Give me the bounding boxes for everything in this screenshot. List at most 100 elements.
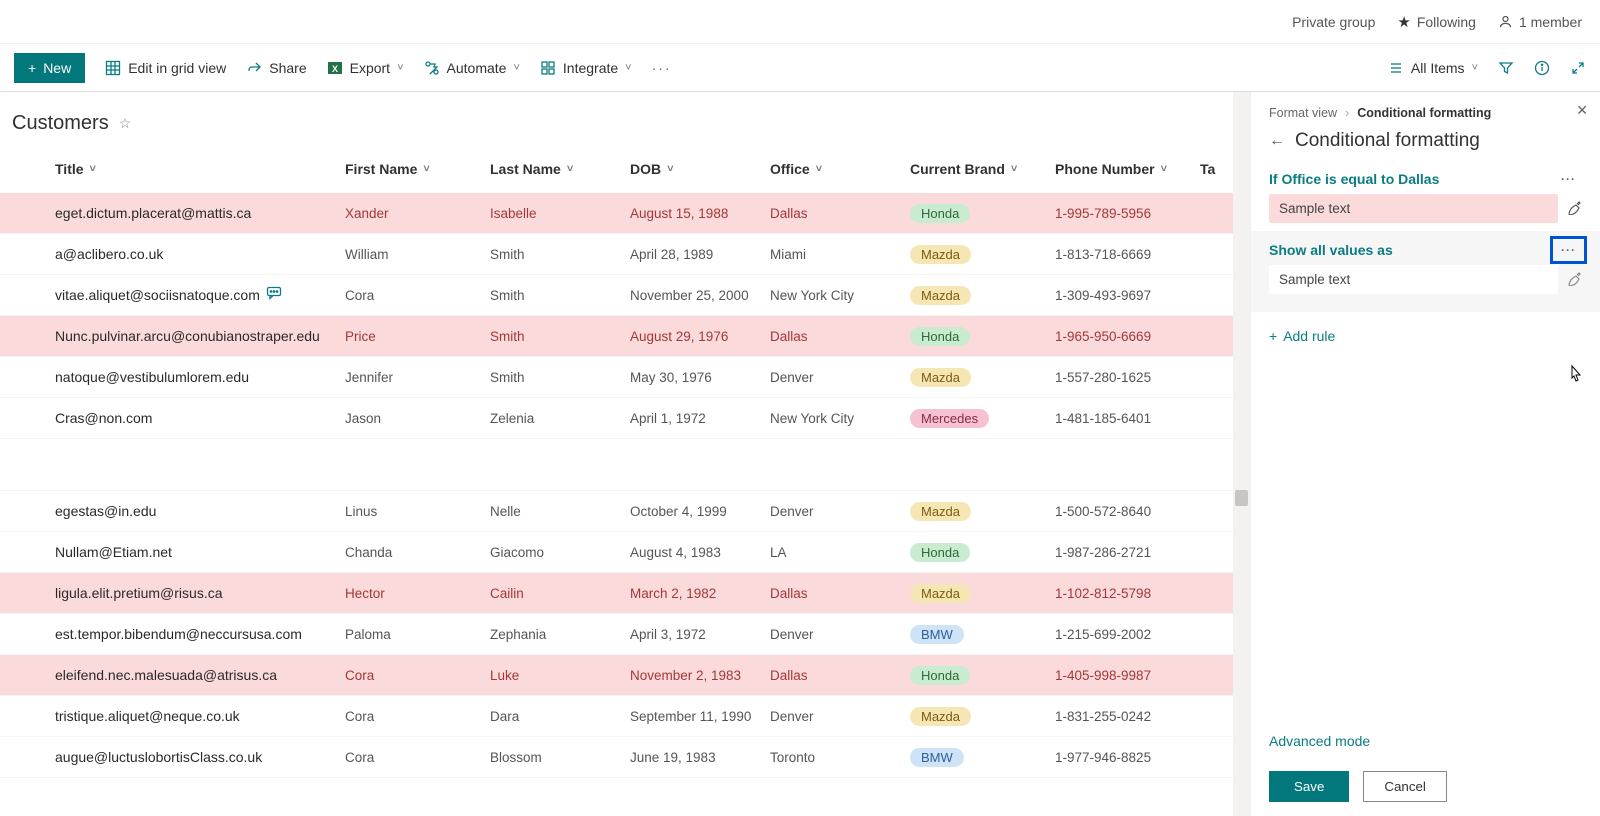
export-button[interactable]: X Export ˅ [327, 60, 404, 76]
rule-condition-2[interactable]: Show all values as [1269, 242, 1393, 258]
chevron-down-icon: ˅ [816, 163, 822, 175]
cell-first: Cora [345, 709, 490, 724]
table-row[interactable]: est.tempor.bibendum@neccursusa.comPaloma… [0, 614, 1250, 655]
share-button[interactable]: Share [246, 60, 306, 76]
overflow-button[interactable]: ··· [652, 60, 672, 76]
cell-phone: 1-995-789-5956 [1055, 206, 1200, 221]
cell-office: New York City [770, 411, 910, 426]
automate-label: Automate [447, 60, 507, 76]
cursor-pointer-icon [1566, 364, 1586, 388]
export-label: Export [350, 60, 390, 76]
edit-style-icon[interactable] [1568, 199, 1582, 218]
cancel-button[interactable]: Cancel [1363, 771, 1447, 802]
table-row[interactable]: augue@luctuslobortisClass.co.ukCoraBloss… [0, 737, 1250, 778]
group-label: Private group [1292, 14, 1375, 30]
cell-dob: April 28, 1989 [630, 247, 770, 262]
chevron-down-icon: ˅ [1161, 163, 1167, 175]
column-header-dob[interactable]: DOB˅ [630, 161, 770, 177]
edit-style-icon[interactable] [1568, 270, 1582, 289]
members-link[interactable]: 1 member [1498, 14, 1582, 30]
scroll-thumb[interactable] [1235, 490, 1248, 506]
panel-title: Conditional formatting [1295, 130, 1480, 152]
cell-first: Price [345, 329, 490, 344]
rule-condition-1[interactable]: If Office is equal to Dallas [1269, 171, 1439, 187]
favorite-star-icon[interactable]: ☆ [119, 115, 132, 132]
cell-phone: 1-987-286-2721 [1055, 545, 1200, 560]
add-rule-button[interactable]: + Add rule [1269, 328, 1582, 344]
info-icon [1534, 60, 1550, 76]
table-row[interactable]: egestas@in.eduLinusNelleOctober 4, 1999D… [0, 491, 1250, 532]
add-rule-label: Add rule [1283, 328, 1335, 344]
share-label: Share [269, 60, 306, 76]
column-header-ta[interactable]: Ta [1200, 161, 1230, 177]
view-selector[interactable]: All Items ˅ [1388, 60, 1478, 76]
cell-title: vitae.aliquet@sociisnatoque.com [55, 286, 345, 304]
column-header-phone[interactable]: Phone Number˅ [1055, 161, 1200, 177]
cell-phone: 1-500-572-8640 [1055, 504, 1200, 519]
column-header-title[interactable]: Title˅ [55, 161, 345, 177]
cell-last: Nelle [490, 504, 630, 519]
following-link[interactable]: ★Following [1397, 13, 1476, 31]
chevron-down-icon: ˅ [397, 62, 403, 74]
grid-icon [105, 60, 121, 76]
column-header-brand[interactable]: Current Brand˅ [910, 161, 1055, 177]
cell-first: Jennifer [345, 370, 490, 385]
cell-last: Smith [490, 288, 630, 303]
column-header-last[interactable]: Last Name˅ [490, 161, 630, 177]
edit-grid-button[interactable]: Edit in grid view [105, 60, 226, 76]
integrate-icon [540, 60, 556, 76]
close-icon[interactable]: ✕ [1576, 102, 1588, 119]
share-icon [246, 60, 262, 76]
cell-last: Zelenia [490, 411, 630, 426]
cell-first: Jason [345, 411, 490, 426]
cell-phone: 1-309-493-9697 [1055, 288, 1200, 303]
scrollbar[interactable] [1233, 92, 1250, 816]
list-icon [1388, 60, 1404, 76]
column-header-first[interactable]: First Name˅ [345, 161, 490, 177]
view-label: All Items [1411, 60, 1465, 76]
table-row[interactable]: Cras@non.comJasonZeleniaApril 1, 1972New… [0, 398, 1250, 439]
rule-2-more-button[interactable]: ··· [1555, 241, 1582, 259]
table-row[interactable]: eleifend.nec.malesuada@atrisus.caCoraLuk… [0, 655, 1250, 696]
filter-button[interactable] [1498, 60, 1514, 76]
table-row[interactable]: a@aclibero.co.ukWilliamSmithApril 28, 19… [0, 234, 1250, 275]
rule-1-more-button[interactable]: ··· [1555, 170, 1582, 188]
table-row[interactable]: Nunc.pulvinar.arcu@conubianostraper.eduP… [0, 316, 1250, 357]
automate-button[interactable]: Automate ˅ [424, 60, 520, 76]
table-row[interactable]: eget.dictum.placerat@mattis.caXanderIsab… [0, 193, 1250, 234]
comment-icon[interactable] [266, 287, 282, 304]
person-icon [1498, 14, 1513, 29]
cell-last: Smith [490, 247, 630, 262]
column-header-office[interactable]: Office˅ [770, 161, 910, 177]
cell-phone: 1-481-185-6401 [1055, 411, 1200, 426]
cell-phone: 1-813-718-6669 [1055, 247, 1200, 262]
info-button[interactable] [1534, 60, 1550, 76]
cell-brand: Honda [910, 327, 1055, 346]
cell-office: LA [770, 545, 910, 560]
table-row[interactable]: tristique.aliquet@neque.co.ukCoraDaraSep… [0, 696, 1250, 737]
chevron-down-icon: ˅ [1011, 163, 1017, 175]
table-row[interactable]: Nullam@Etiam.netChandaGiacomoAugust 4, 1… [0, 532, 1250, 573]
save-button[interactable]: Save [1269, 771, 1349, 802]
table-row[interactable]: natoque@vestibulumlorem.eduJenniferSmith… [0, 357, 1250, 398]
cell-dob: November 25, 2000 [630, 288, 770, 303]
integrate-label: Integrate [563, 60, 618, 76]
table-row[interactable]: ligula.elit.pretium@risus.caHectorCailin… [0, 573, 1250, 614]
back-arrow-icon[interactable]: ← [1269, 132, 1285, 150]
integrate-button[interactable]: Integrate ˅ [540, 60, 632, 76]
breadcrumb-format-view[interactable]: Format view [1269, 106, 1337, 120]
cell-brand: Mazda [910, 502, 1055, 521]
site-header: Private group ★Following 1 member [0, 0, 1600, 44]
expand-button[interactable] [1570, 60, 1586, 76]
advanced-mode-link[interactable]: Advanced mode [1269, 733, 1582, 749]
table-row[interactable]: vitae.aliquet@sociisnatoque.comCoraSmith… [0, 275, 1250, 316]
sample-preview-1: Sample text [1269, 194, 1558, 223]
cell-dob: September 11, 1990 [630, 709, 770, 724]
cell-brand: Mazda [910, 707, 1055, 726]
following-label: Following [1417, 14, 1476, 30]
list-area: Customers ☆ Title˅ First Name˅ Last Name… [0, 92, 1250, 816]
cell-brand: BMW [910, 625, 1055, 644]
new-button[interactable]: + New [14, 53, 85, 83]
cell-first: Linus [345, 504, 490, 519]
cell-brand: Mazda [910, 245, 1055, 264]
